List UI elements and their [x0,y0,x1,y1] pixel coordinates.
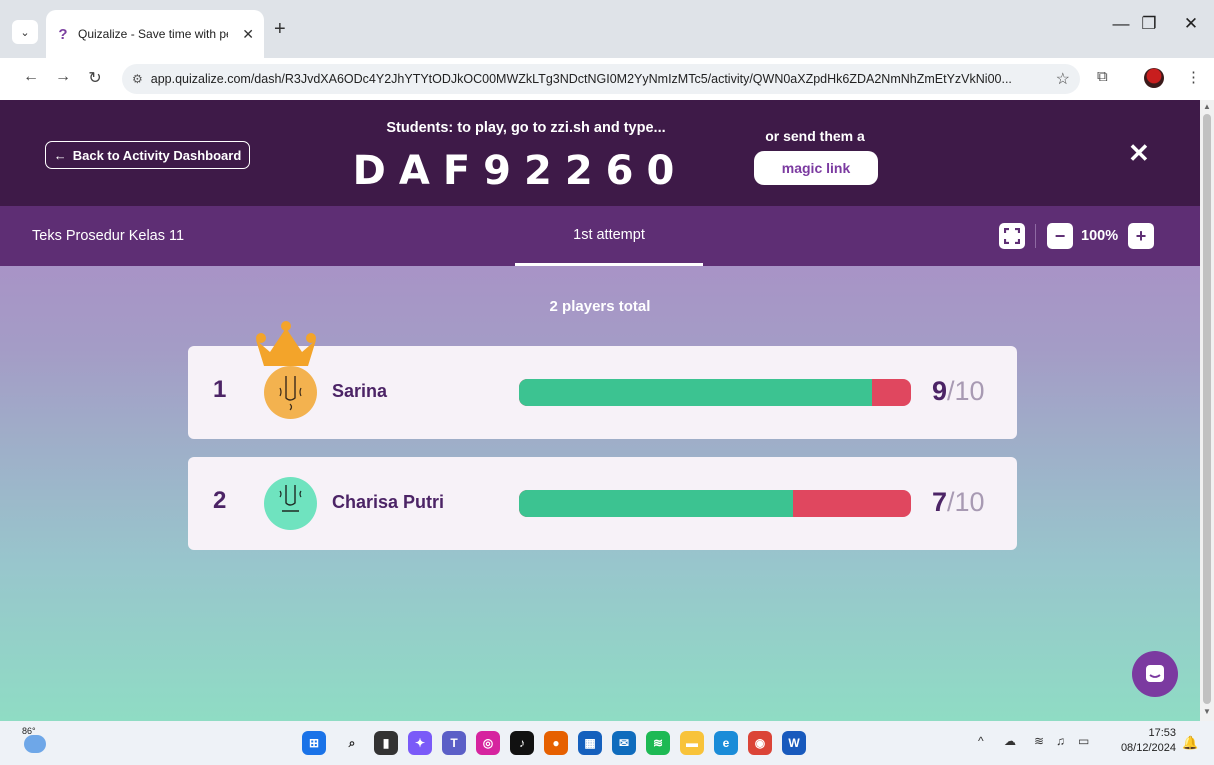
onedrive-icon[interactable]: ☁ [1004,734,1016,748]
avatar [264,477,317,530]
player-row: 1 Sarina 9/10 [188,321,1017,439]
scroll-down-icon[interactable]: ▼ [1203,707,1211,716]
notification-bell-icon[interactable]: 🔔 [1182,735,1198,751]
tab-title: Quizalize - Save time with personalised [78,27,228,41]
extensions-icon[interactable]: ⧉ [1097,68,1108,85]
teams-icon[interactable]: T [442,731,466,755]
activity-subbar: Teks Prosedur Kelas 11 1st attempt − 100… [0,206,1200,266]
back-arrow-icon[interactable]: ← [20,68,42,86]
tab-1st-attempt[interactable]: 1st attempt [515,206,703,266]
player-score: 9/10 [932,376,985,407]
file-explorer-icon[interactable]: ▬ [680,731,704,755]
zoom-divider [1035,224,1036,248]
score-correct: 7 [932,487,948,517]
tab-strip: ⌄ ? Quizalize - Save time with personali… [0,0,1214,58]
more-menu-icon[interactable]: ⋮ [1186,68,1201,86]
player-name: Sarina [332,381,388,401]
magic-link-button[interactable]: magic link [754,151,878,185]
player-rank: 2 [213,487,227,514]
spotify-icon[interactable]: ≋ [646,731,670,755]
mail-icon[interactable]: ✉ [612,731,636,755]
crown-icon [256,321,316,366]
browser-tab[interactable]: ? Quizalize - Save time with personalise… [46,10,264,58]
back-button-label: Back to Activity Dashboard [72,147,242,163]
url-text[interactable]: app.quizalize.com/dash/R3JvdXA6ODc4Y2JhY… [151,72,1048,86]
bookmark-star-icon[interactable]: ☆ [1056,69,1070,89]
clock-date: 08/12/2024 [1120,742,1176,754]
zoom-in-button[interactable]: + [1128,223,1154,249]
player-name: Charisa Putri [332,492,445,512]
browser-toolbar: ← → ↻ ⚙ app.quizalize.com/dash/R3JvdXA6O… [0,58,1214,100]
back-to-dashboard-button[interactable]: ← Back to Activity Dashboard [45,141,250,169]
tab-close-icon[interactable]: ✕ [242,26,254,43]
edge-icon[interactable]: e [714,731,738,755]
chevron-down-icon: ⌄ [20,26,30,39]
join-code: DAF92260 [352,148,688,194]
weather-icon[interactable] [24,735,46,753]
tab-search-button[interactable]: ⌄ [12,20,38,44]
player-score: 7/10 [932,487,985,518]
close-icon[interactable]: ✕ [1128,138,1150,169]
address-bar[interactable]: ⚙ app.quizalize.com/dash/R3JvdXA6ODc4Y2J… [122,64,1080,94]
chrome-icon[interactable]: ◉ [748,731,772,755]
zoom-out-button[interactable]: − [1047,223,1073,249]
firefox-icon[interactable]: ● [544,731,568,755]
copilot-icon[interactable]: ✦ [408,731,432,755]
scroll-thumb[interactable] [1203,114,1211,704]
player-row: 2 Charisa Putri 7/10 [188,457,1017,550]
scroll-up-icon[interactable]: ▲ [1203,102,1211,111]
tiktok-icon[interactable]: ♪ [510,731,534,755]
page-content: ← Back to Activity Dashboard Students: t… [0,100,1200,721]
quizalize-favicon-icon: ? [58,25,68,43]
arrow-left-icon: ← [53,147,67,163]
score-bar [519,379,911,406]
clock-time: 17:53 [1148,727,1176,739]
score-bar [519,490,911,517]
weather-temperature: 86° [22,726,36,736]
score-correct: 9 [932,376,948,406]
play-instructions: Students: to play, go to zzi.sh and type… [386,120,666,136]
search-icon[interactable]: ⌕ [340,731,364,755]
score-bar-correct [519,379,872,406]
score-max: /10 [947,487,985,517]
window-close-icon[interactable]: ✕ [1176,14,1206,34]
score-bar-correct [519,490,794,517]
chat-icon [1146,665,1164,682]
forward-arrow-icon[interactable]: → [52,68,74,86]
start-menu-icon[interactable]: ⊞ [302,731,326,755]
minimize-icon[interactable]: — [1106,14,1136,34]
avatar [264,366,317,419]
task-view-icon[interactable]: ▮ [374,731,398,755]
new-tab-icon[interactable]: + [274,18,286,41]
join-banner: ← Back to Activity Dashboard Students: t… [0,100,1200,206]
score-max: /10 [947,376,985,406]
chevron-up-icon[interactable]: ^ [978,734,984,748]
volume-icon[interactable]: ♫ [1056,734,1065,748]
reload-icon[interactable]: ↻ [84,68,106,88]
profile-avatar[interactable] [1144,68,1164,88]
chat-support-button[interactable] [1132,651,1178,697]
page-scrollbar[interactable]: ▲ ▼ [1200,100,1214,721]
send-text: or send them a [765,128,865,144]
wifi-icon[interactable]: ≋ [1034,734,1044,748]
instagram-icon[interactable]: ◎ [476,731,500,755]
fullscreen-icon[interactable] [999,223,1025,249]
windows-taskbar: 86° ⊞ ⌕ ▮ ✦ T ◎ ♪ ● ▦ ✉ ≋ ▬ e ◉ W ^ ☁ ≋ … [0,721,1214,765]
players-total: 2 players total [549,298,651,315]
store-icon[interactable]: ▦ [578,731,602,755]
word-icon[interactable]: W [782,731,806,755]
restore-icon[interactable]: ❐ [1134,14,1164,34]
player-rank: 1 [213,376,227,403]
clock[interactable]: 17:53 08/12/2024 [1110,726,1176,756]
zoom-level: 100% [1081,228,1119,244]
site-settings-icon[interactable]: ⚙ [132,72,143,86]
quiz-title: Teks Prosedur Kelas 11 [32,228,185,244]
battery-icon[interactable]: ▭ [1078,734,1089,748]
